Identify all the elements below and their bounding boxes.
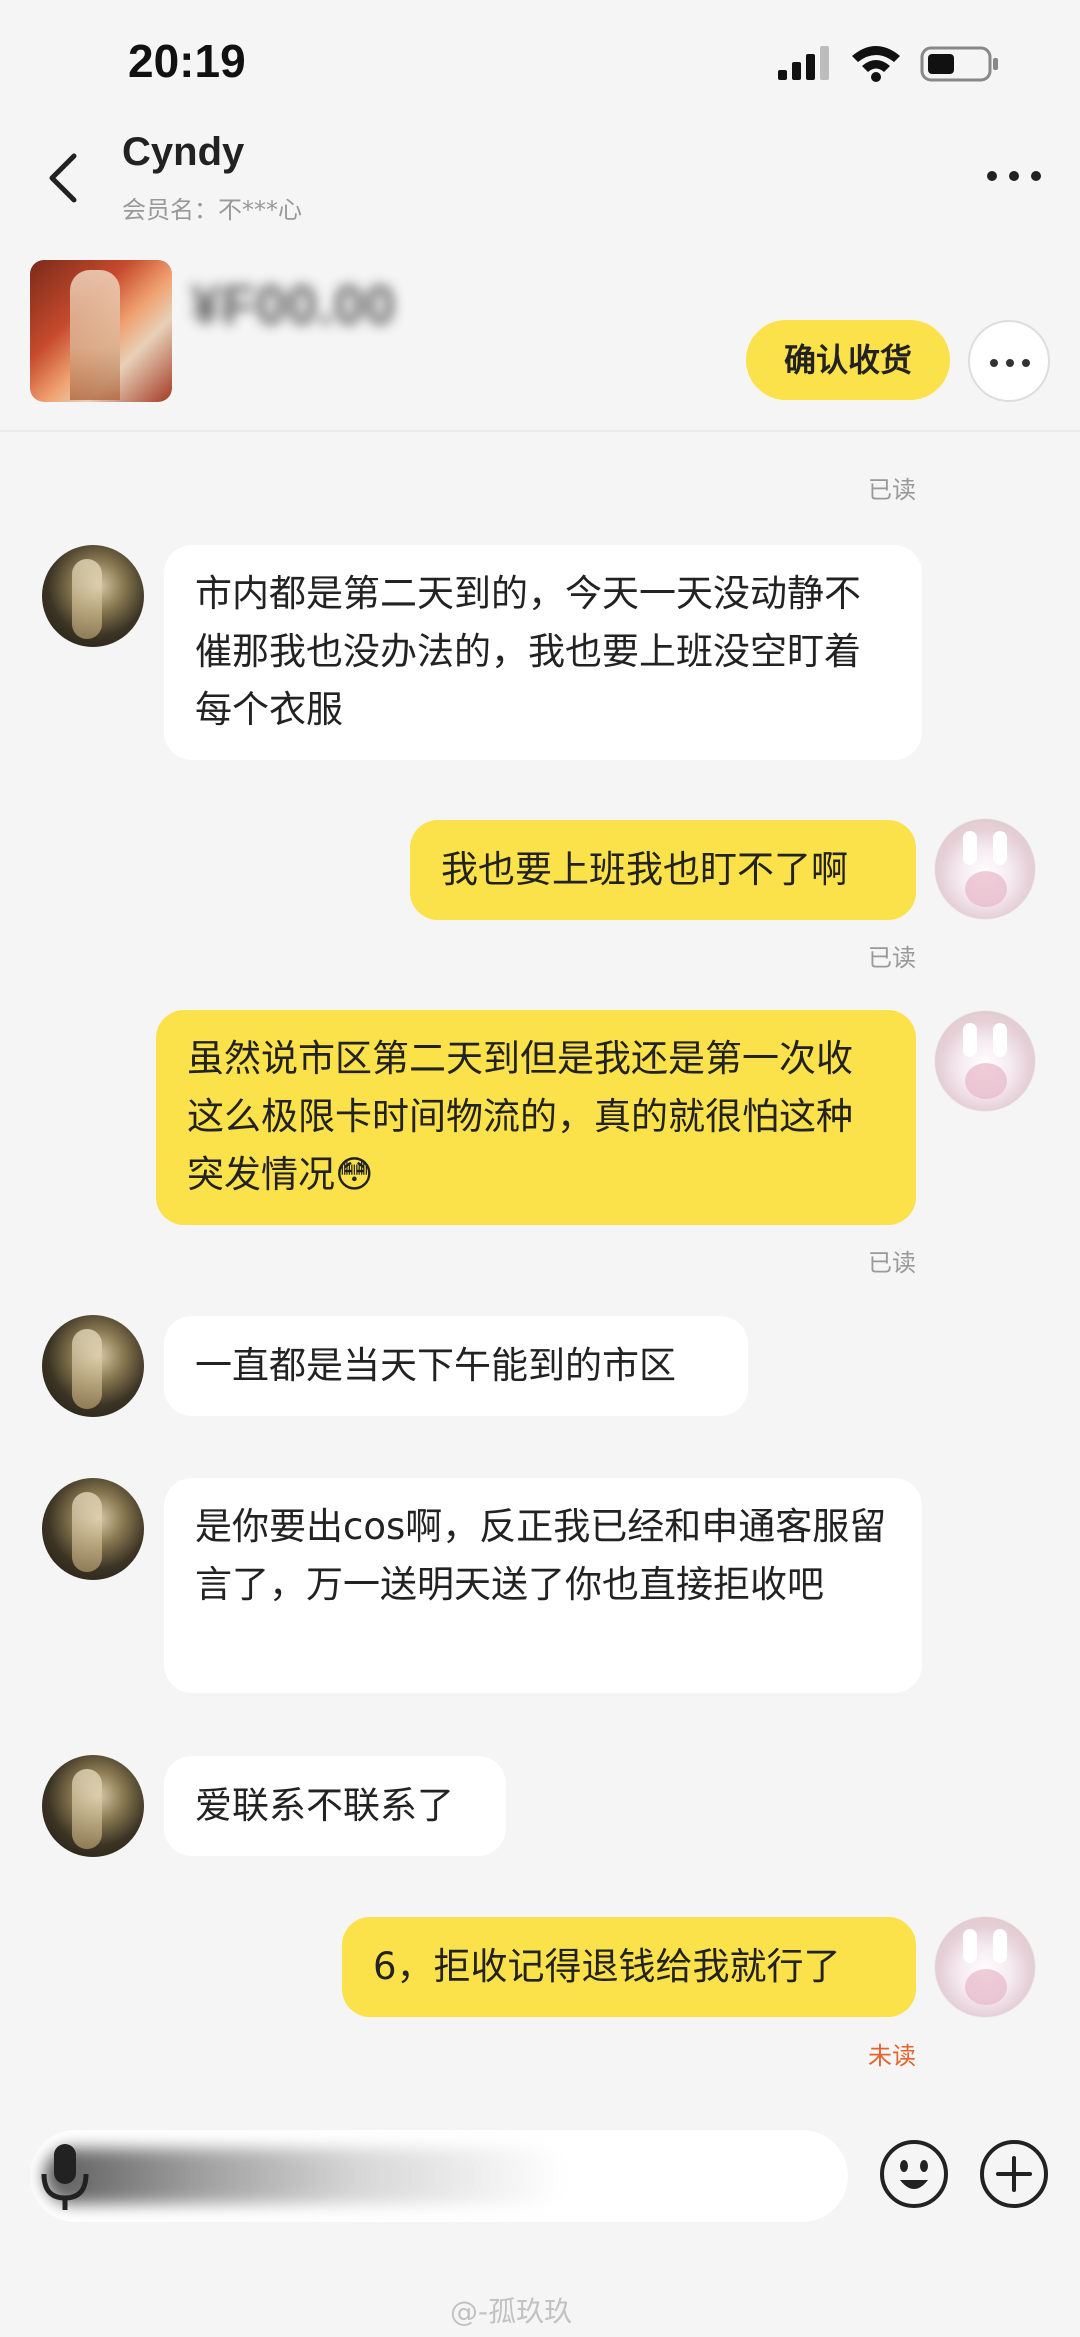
avatar-self[interactable] xyxy=(934,818,1036,920)
signal-icon xyxy=(778,46,829,80)
battery-icon xyxy=(920,46,998,82)
avatar-contact[interactable] xyxy=(42,1315,144,1417)
confirm-receipt-button[interactable]: 确认收货 xyxy=(746,320,950,400)
wifi-icon xyxy=(852,46,900,82)
member-name: 会员名：不***心 xyxy=(122,196,302,224)
avatar-self[interactable] xyxy=(934,1010,1036,1112)
message-bubble-received[interactable]: 市内都是第二天到的，今天一天没动静不催那我也没办法的，我也要上班没空盯着每个衣服 xyxy=(164,545,922,760)
product-thumbnail[interactable] xyxy=(30,260,172,402)
message-bubble-received[interactable]: 是你要出cos啊，反正我已经和申通客服留言了，万一送明天送了你也直接拒收吧 xyxy=(164,1478,922,1693)
read-status: 已读 xyxy=(868,944,916,972)
message-input[interactable] xyxy=(30,2130,848,2222)
product-price: ¥F00.00 xyxy=(190,273,396,336)
watermark: @-孤玖玖 xyxy=(450,2295,573,2328)
message-bubble-received[interactable]: 一直都是当天下午能到的市区 xyxy=(164,1316,748,1416)
read-status: 已读 xyxy=(868,476,916,504)
message-bubble-sent[interactable]: 虽然说市区第二天到但是我还是第一次收这么极限卡时间物流的，真的就很怕这种突发情况… xyxy=(156,1010,916,1225)
plus-icon[interactable] xyxy=(978,2138,1050,2210)
avatar-contact[interactable] xyxy=(42,545,144,647)
avatar-self[interactable] xyxy=(934,1916,1036,2018)
message-bubble-received[interactable]: 爱联系不联系了 xyxy=(164,1756,506,1856)
more-dots-icon[interactable] xyxy=(984,166,1044,186)
chat-header: Cyndy 会员名：不***心 xyxy=(0,120,1080,230)
more-dots-icon xyxy=(990,359,998,367)
status-time: 20:19 xyxy=(128,35,246,87)
input-bar xyxy=(0,2126,1080,2226)
back-chevron-icon[interactable] xyxy=(40,148,90,208)
more-dot xyxy=(1022,359,1030,367)
microphone-icon[interactable] xyxy=(34,2136,94,2216)
avatar-contact[interactable] xyxy=(42,1478,144,1580)
status-bar: 20:19 xyxy=(0,0,1080,120)
contact-name[interactable]: Cyndy xyxy=(122,130,244,175)
avatar-contact[interactable] xyxy=(42,1755,144,1857)
emoji-icon[interactable] xyxy=(878,2138,950,2210)
more-dot xyxy=(1006,359,1014,367)
card-more-button[interactable] xyxy=(968,320,1050,402)
order-card[interactable]: ¥F00.00 确认收货 xyxy=(0,232,1080,432)
read-status: 已读 xyxy=(868,1249,916,1277)
message-bubble-sent[interactable]: 6，拒收记得退钱给我就行了 xyxy=(342,1917,916,2017)
message-bubble-sent[interactable]: 我也要上班我也盯不了啊 xyxy=(410,820,916,920)
unread-status: 未读 xyxy=(868,2042,916,2070)
